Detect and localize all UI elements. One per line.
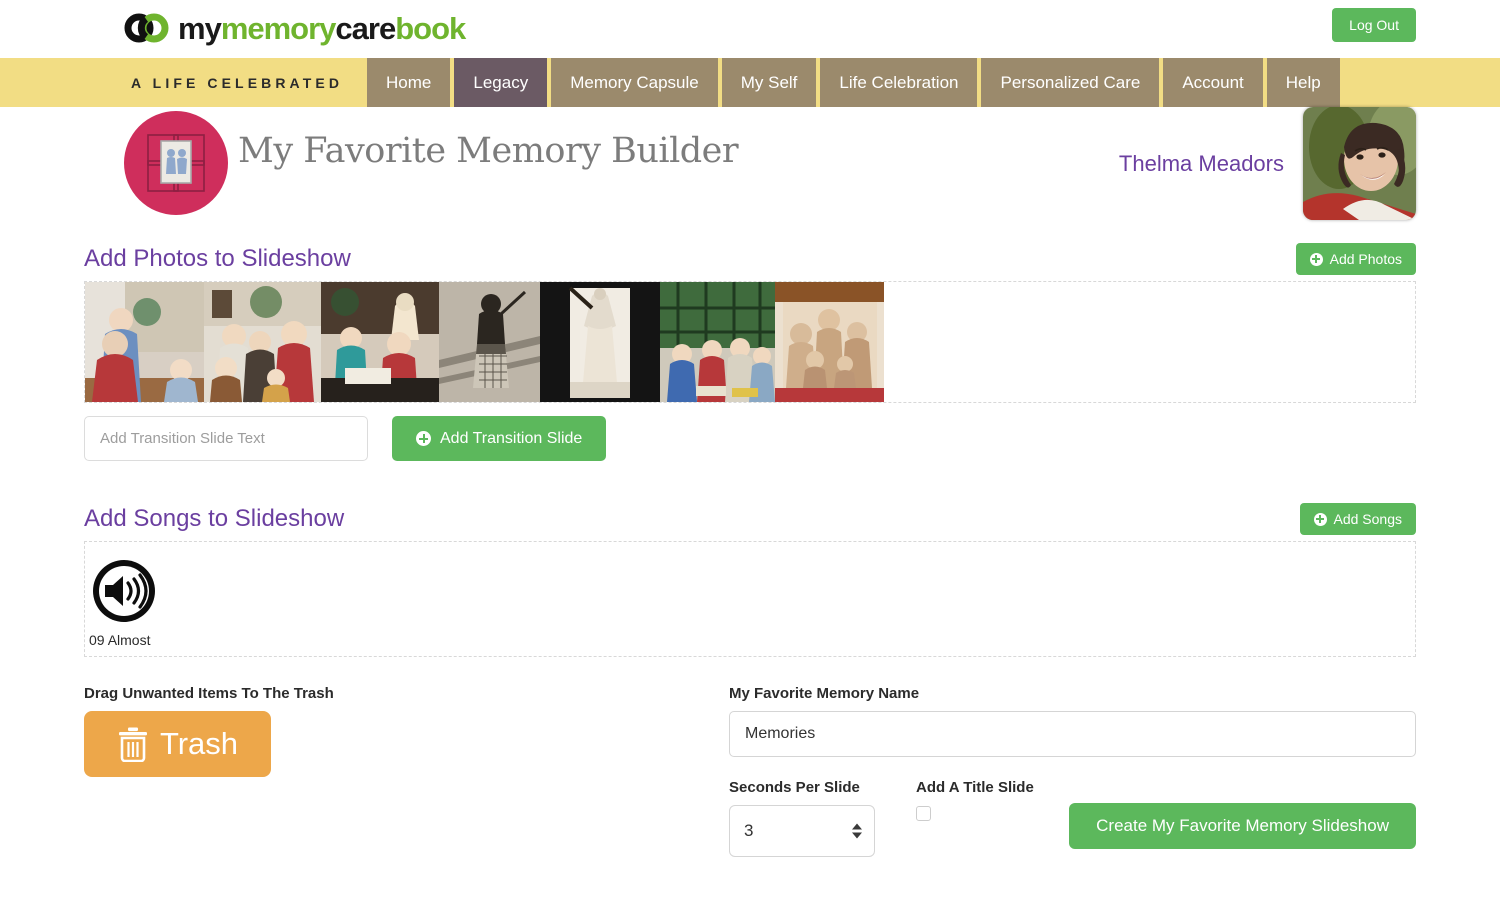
- nav-item-legacy[interactable]: Legacy: [454, 58, 548, 107]
- seconds-per-slide-group: Seconds Per Slide 3: [729, 779, 916, 857]
- create-button-group: Create My Favorite Memory Slideshow: [1058, 779, 1416, 849]
- title-slide-label: Add A Title Slide: [916, 779, 1034, 796]
- chevron-up-icon[interactable]: [852, 823, 862, 830]
- memory-name-input[interactable]: [729, 711, 1416, 757]
- plus-circle-icon: [416, 431, 431, 446]
- trash-button-label: Trash: [159, 726, 239, 761]
- photo-strip: [85, 282, 1415, 402]
- photo-thumbnail[interactable]: [321, 282, 439, 402]
- title-slide-group: Add A Title Slide: [916, 779, 1058, 821]
- title-slide-checkbox[interactable]: [916, 806, 931, 821]
- photo-thumbnail[interactable]: [85, 282, 204, 402]
- photo-thumbnail[interactable]: [540, 282, 660, 402]
- stepper-arrows[interactable]: [852, 823, 862, 839]
- page-content: My Favorite Memory Builder Thelma Meador…: [0, 107, 1500, 857]
- logo-text-book: book: [395, 10, 466, 46]
- plus-circle-icon: [1313, 512, 1327, 526]
- nav-item-life-celebration[interactable]: Life Celebration: [820, 58, 978, 107]
- photos-section-title: Add Photos to Slideshow: [84, 245, 351, 272]
- create-slideshow-button[interactable]: Create My Favorite Memory Slideshow: [1069, 803, 1416, 849]
- photo-thumbnail[interactable]: [660, 282, 775, 402]
- nav-item-home[interactable]: Home: [367, 58, 451, 107]
- nav-item-personalized-care[interactable]: Personalized Care: [981, 58, 1160, 107]
- song-list-item[interactable]: 09 Almost: [85, 556, 205, 648]
- plus-circle-icon: [1309, 252, 1323, 266]
- page-header: My Favorite Memory Builder Thelma Meador…: [84, 107, 1416, 237]
- songs-section-header: Add Songs to Slideshow Add Songs: [84, 497, 1416, 541]
- logo-text-care: care: [335, 10, 396, 46]
- trash-can-icon: [118, 727, 147, 762]
- photos-section: Add Photos to Slideshow Add Photos Add T…: [84, 237, 1416, 461]
- logo-text-memory: memory: [220, 10, 337, 46]
- page-title: My Favorite Memory Builder: [238, 131, 739, 171]
- nav-tagline: A LIFE CELEBRATED: [131, 74, 344, 91]
- seconds-per-slide-stepper[interactable]: 3: [729, 805, 875, 857]
- slideshow-form: My Favorite Memory Name Seconds Per Slid…: [729, 685, 1416, 857]
- nav-item-account[interactable]: Account: [1163, 58, 1263, 107]
- site-logo[interactable]: mymemorycarebook: [124, 6, 466, 50]
- photo-thumbnail[interactable]: [439, 282, 540, 402]
- top-bar: mymemorycarebook Log Out: [0, 0, 1500, 58]
- avatar[interactable]: [1303, 107, 1416, 220]
- song-title: 09 Almost: [89, 632, 151, 648]
- photo-thumbnail[interactable]: [204, 282, 321, 402]
- add-photos-button[interactable]: Add Photos: [1295, 243, 1416, 275]
- photo-thumbnail[interactable]: [775, 282, 884, 402]
- photos-drop-panel[interactable]: [84, 281, 1416, 403]
- songs-section: Add Songs to Slideshow Add Songs 09 Almo…: [84, 497, 1416, 657]
- nav-item-memory-capsule[interactable]: Memory Capsule: [551, 58, 718, 107]
- add-transition-slide-button-label: Add Transition Slide: [440, 429, 583, 447]
- add-photos-button-label: Add Photos: [1329, 251, 1402, 267]
- user-block: Thelma Meadors: [1119, 107, 1416, 220]
- bottom-area: Drag Unwanted Items To The Trash Trash M…: [84, 685, 1416, 857]
- transition-slide-row: Add Transition Slide: [84, 416, 1416, 461]
- songs-drop-panel[interactable]: 09 Almost: [84, 541, 1416, 657]
- transition-slide-text-input[interactable]: [84, 416, 368, 461]
- family-photo-frame-icon: [124, 111, 228, 215]
- interlocking-rings-logo-icon: [124, 13, 169, 43]
- bottom-controls: Seconds Per Slide 3 Add A Title Slide Cr…: [729, 779, 1416, 857]
- main-navigation: A LIFE CELEBRATED Home Legacy Memory Cap…: [0, 58, 1500, 107]
- songs-section-title: Add Songs to Slideshow: [84, 505, 345, 532]
- logout-button[interactable]: Log Out: [1332, 8, 1416, 42]
- nav-item-help[interactable]: Help: [1266, 58, 1340, 107]
- add-songs-button-label: Add Songs: [1333, 511, 1403, 527]
- memory-name-label: My Favorite Memory Name: [729, 685, 920, 702]
- trash-drop-target[interactable]: Trash: [84, 711, 271, 777]
- chevron-down-icon[interactable]: [852, 832, 862, 839]
- seconds-per-slide-value: 3: [744, 821, 754, 840]
- speaker-volume-icon: [93, 560, 155, 622]
- logo-text-my: my: [178, 10, 222, 46]
- logo-wordmark: mymemorycarebook: [178, 10, 466, 46]
- photos-section-header: Add Photos to Slideshow Add Photos: [84, 237, 1416, 281]
- user-name: Thelma Meadors: [1118, 150, 1284, 176]
- add-transition-slide-button[interactable]: Add Transition Slide: [392, 416, 607, 461]
- add-songs-button[interactable]: Add Songs: [1299, 503, 1416, 535]
- trash-area: Drag Unwanted Items To The Trash Trash: [84, 685, 729, 857]
- seconds-per-slide-label: Seconds Per Slide: [729, 779, 860, 796]
- nav-item-my-self[interactable]: My Self: [721, 58, 817, 107]
- trash-instruction-label: Drag Unwanted Items To The Trash: [84, 685, 334, 702]
